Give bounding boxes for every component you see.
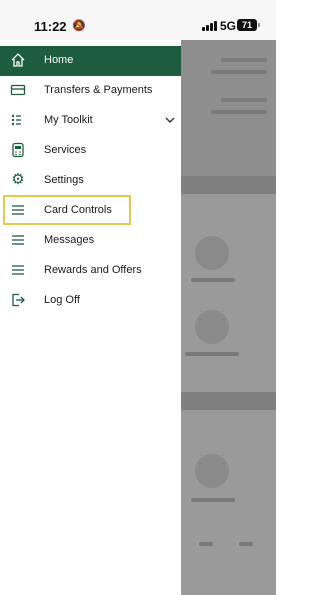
- menu-item-messages[interactable]: Messages: [0, 226, 181, 256]
- menu-item-log-off[interactable]: Log Off: [0, 286, 181, 316]
- menu-item-label: Log Off: [44, 294, 80, 306]
- menu-item-rewards-offers[interactable]: Rewards and Offers: [0, 256, 181, 286]
- menu-item-services[interactable]: Services: [0, 136, 181, 166]
- side-drawer: Home Transfers & Payments My Toolkit Ser…: [0, 40, 181, 595]
- menu-item-home[interactable]: Home: [0, 46, 181, 76]
- status-time: 11:22: [34, 19, 67, 34]
- card-controls-highlight: [3, 195, 131, 225]
- gear-icon: ⚙: [11, 171, 25, 188]
- home-icon: [10, 52, 26, 68]
- menu-item-label: Services: [44, 144, 87, 156]
- menu-lines-icon: [10, 262, 26, 278]
- menu-item-label: Messages: [44, 234, 95, 246]
- menu-item-settings[interactable]: ⚙ Settings: [0, 166, 181, 196]
- bell-slash-icon: 🔕: [72, 20, 86, 32]
- logout-icon: [10, 292, 26, 308]
- background-app-overlay[interactable]: [181, 40, 276, 595]
- calculator-icon: [10, 142, 26, 158]
- menu-item-transfers-payments[interactable]: Transfers & Payments: [0, 76, 181, 106]
- menu-item-label: Settings: [44, 174, 84, 186]
- menu-item-my-toolkit[interactable]: My Toolkit: [0, 106, 181, 136]
- toolkit-icon: [10, 112, 26, 128]
- battery-tip: [258, 23, 260, 27]
- status-bar: 11:22 🔕 5G 71: [0, 0, 276, 40]
- menu-lines-icon: [10, 232, 26, 248]
- menu-item-label: My Toolkit: [44, 114, 93, 126]
- chevron-down-icon[interactable]: [164, 112, 176, 128]
- signal-bars-icon: [202, 21, 218, 31]
- battery-icon: 71: [237, 19, 257, 31]
- menu-item-label: Rewards and Offers: [44, 264, 142, 276]
- network-type: 5G: [220, 19, 237, 33]
- menu-item-label: Home: [44, 54, 74, 66]
- menu-item-label: Transfers & Payments: [44, 84, 153, 96]
- card-icon: [10, 82, 26, 98]
